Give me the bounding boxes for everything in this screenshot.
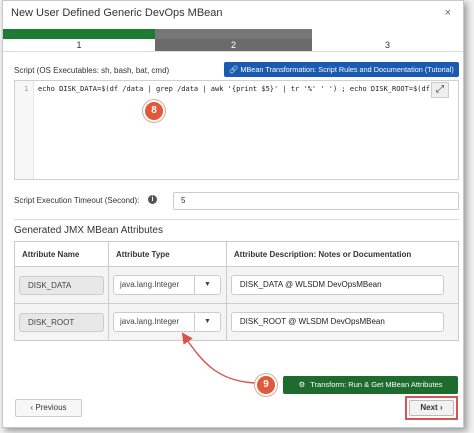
chevron-down-icon[interactable]: ▼ — [194, 313, 220, 331]
next-button-label: Next — [420, 403, 438, 412]
attribute-description-field[interactable]: DISK_DATA @ WLSDM DevOpsMBean — [230, 275, 444, 295]
wizard-dialog: New User Defined Generic DevOps MBean × … — [2, 0, 464, 428]
line-number: 1 — [24, 85, 29, 93]
dialog-title: New User Defined Generic DevOps MBean — [11, 7, 223, 19]
chevron-right-icon: › — [439, 403, 443, 412]
titlebar: New User Defined Generic DevOps MBean × — [3, 1, 463, 29]
step-badge-9: 9 — [255, 374, 277, 396]
attribute-name-field: DISK_DATA — [19, 275, 104, 295]
step-1[interactable]: 1 — [3, 39, 155, 51]
timeout-label: Script Execution Timeout (Second): — [14, 196, 140, 205]
script-label: Script (OS Executables: sh, bash, bat, c… — [14, 66, 170, 75]
script-editor[interactable]: 1 echo DISK_DATA=$(df /data | grep /data… — [14, 80, 459, 180]
table-header-row: Attribute Name Attribute Type Attribute … — [14, 241, 460, 267]
divider — [14, 219, 459, 220]
header-attribute-description: Attribute Description: Notes or Document… — [225, 241, 460, 267]
link-icon: 🔗 — [229, 65, 239, 74]
wizard-steps: 1 2 3 — [3, 39, 463, 52]
progress-segment-3 — [312, 29, 463, 39]
attribute-name-field: DISK_ROOT — [19, 312, 104, 332]
attribute-type-value: java.lang.Integer — [120, 317, 180, 326]
tutorial-button-label: MBean Transformation: Script Rules and D… — [240, 65, 454, 74]
attribute-type-select[interactable]: java.lang.Integer ▼ — [113, 312, 221, 332]
transform-button-label: Transform: Run & Get MBean Attributes — [310, 380, 443, 389]
line-gutter: 1 — [15, 81, 34, 179]
table-row: DISK_ROOT java.lang.Integer ▼ DISK_ROOT @… — [14, 303, 460, 341]
attribute-type-value: java.lang.Integer — [120, 280, 180, 289]
previous-button-label: Previous — [35, 403, 67, 412]
wizard-progress-bar — [3, 29, 463, 39]
chevron-down-icon[interactable]: ▼ — [194, 276, 220, 294]
attribute-description-field[interactable]: DISK_ROOT @ WLSDM DevOpsMBean — [230, 312, 444, 332]
next-button[interactable]: Next › — [409, 400, 454, 416]
table-row: DISK_DATA java.lang.Integer ▼ DISK_DATA @… — [14, 266, 460, 304]
script-code[interactable]: echo DISK_DATA=$(df /data | grep /data |… — [38, 85, 438, 93]
info-icon[interactable]: i — [148, 195, 157, 204]
expand-icon[interactable]: ⤢ — [431, 82, 449, 98]
header-attribute-name: Attribute Name — [14, 241, 109, 267]
tutorial-button[interactable]: 🔗 MBean Transformation: Script Rules and… — [224, 62, 459, 77]
attribute-type-select[interactable]: java.lang.Integer ▼ — [113, 275, 221, 295]
close-icon[interactable]: × — [445, 7, 451, 19]
attributes-table: Attribute Name Attribute Type Attribute … — [14, 241, 460, 341]
chevron-left-icon: ‹ — [30, 403, 34, 412]
header-attribute-type: Attribute Type — [108, 241, 227, 267]
gears-icon: ⚙ — [298, 380, 306, 389]
step-2[interactable]: 2 — [155, 39, 312, 51]
progress-segment-1 — [3, 29, 155, 39]
previous-button[interactable]: ‹ Previous — [15, 399, 82, 417]
timeout-input[interactable]: 5 — [173, 192, 459, 210]
progress-segment-2 — [155, 29, 312, 39]
step-3[interactable]: 3 — [312, 39, 463, 51]
attributes-title: Generated JMX MBean Attributes — [14, 225, 163, 236]
transform-button[interactable]: ⚙ Transform: Run & Get MBean Attributes — [283, 376, 458, 394]
step-badge-8: 8 — [143, 100, 165, 122]
